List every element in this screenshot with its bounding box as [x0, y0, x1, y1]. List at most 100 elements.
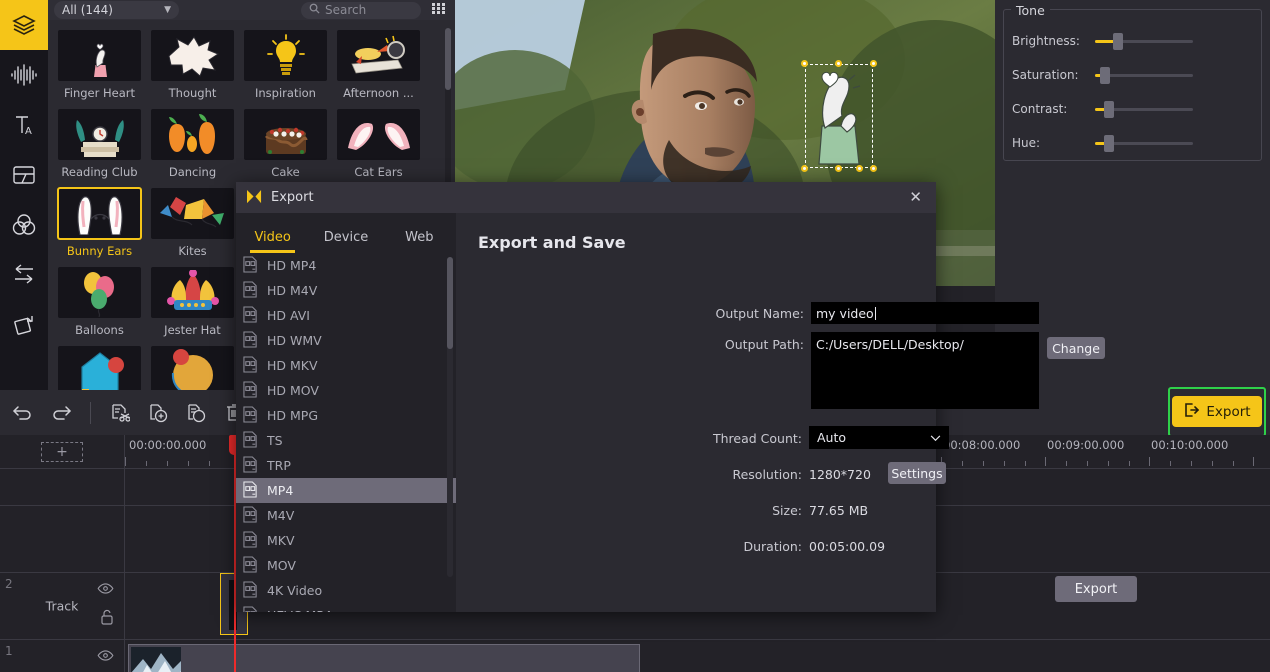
rail-item-motion[interactable]	[0, 300, 48, 350]
sticker-label: Reading Club	[61, 165, 138, 179]
sticker-bunny-ears[interactable]: Bunny Ears	[57, 187, 151, 258]
sticker-thumb	[57, 187, 142, 240]
format-label: HD AVI	[267, 308, 310, 323]
format-item[interactable]: HD MPG	[236, 403, 456, 428]
video-editor-window: A All (144) ▼ Search Finger Heart Though…	[0, 0, 1270, 672]
format-item[interactable]: HD AVI	[236, 303, 456, 328]
resize-handle-sw[interactable]	[801, 165, 808, 172]
track-head[interactable]	[0, 469, 125, 505]
tab-video-label: Video	[254, 230, 291, 245]
close-icon[interactable]: ✕	[905, 188, 926, 207]
sticker-afternoon[interactable]: Afternoon ...	[337, 30, 430, 100]
resolution-settings-button[interactable]: Settings	[888, 462, 946, 484]
timeline-video-clip[interactable]	[128, 644, 640, 672]
sticker-cake[interactable]: Cake	[244, 109, 337, 179]
format-item[interactable]: HD MKV	[236, 353, 456, 378]
unlock-icon[interactable]	[100, 609, 114, 628]
contrast-slider[interactable]	[1095, 100, 1193, 118]
timeline-track-row-1[interactable]: 1	[0, 640, 1270, 672]
rotate-handle[interactable]	[856, 165, 863, 172]
tab-device[interactable]: Device	[309, 230, 382, 253]
track-head-1[interactable]: 1	[0, 640, 125, 672]
resize-handle-ne[interactable]	[870, 60, 877, 67]
dialog-format-sidebar: Video Device Web HD MP4 HD M4V HD AVI HD…	[236, 213, 456, 612]
format-item-selected[interactable]: MP4	[236, 478, 456, 503]
sticker-inspiration[interactable]: Inspiration	[244, 30, 337, 100]
redo-button[interactable]	[48, 400, 74, 426]
duration-label: Duration:	[743, 539, 802, 554]
resize-handle-se[interactable]	[870, 165, 877, 172]
format-item[interactable]: TRP	[236, 453, 456, 478]
track-head[interactable]	[0, 506, 125, 572]
search-input[interactable]: Search	[301, 1, 421, 19]
ruler-tick-label: 00:10:00.000	[1151, 438, 1229, 452]
format-item[interactable]: M4V	[236, 503, 456, 528]
format-item[interactable]: TS	[236, 428, 456, 453]
layers-icon	[11, 12, 37, 38]
undo-button[interactable]	[10, 400, 36, 426]
crop-clip-button[interactable]	[183, 400, 209, 426]
sticker-jester-hat[interactable]: Jester Hat	[151, 267, 244, 337]
sticker-dancing[interactable]: Dancing	[151, 109, 244, 179]
tab-web[interactable]: Web	[383, 230, 456, 253]
split-button[interactable]	[107, 400, 133, 426]
change-path-label: Change	[1052, 340, 1100, 356]
format-item[interactable]: HD MOV	[236, 378, 456, 403]
format-item[interactable]: HEVC MP4	[236, 603, 456, 612]
format-item[interactable]: 4K Video	[236, 578, 456, 603]
rail-item-audio[interactable]	[0, 50, 48, 100]
sticker-finger-heart[interactable]: Finger Heart	[58, 30, 151, 100]
add-track-button[interactable]: +	[41, 441, 83, 462]
sticker-cat-ears[interactable]: Cat Ears	[337, 109, 430, 179]
sticker-scrollbar-thumb[interactable]	[445, 28, 451, 90]
add-clip-button[interactable]	[145, 400, 171, 426]
export-button[interactable]: Export	[1172, 396, 1262, 427]
eye-icon[interactable]	[97, 650, 114, 664]
grid-view-toggle[interactable]	[427, 3, 449, 17]
format-list-scrollbar[interactable]	[447, 257, 453, 577]
hue-label: Hue:	[1012, 136, 1041, 150]
size-value: 77.65 MB	[809, 503, 869, 518]
output-path-input[interactable]: C:/Users/DELL/Desktop/	[811, 332, 1039, 409]
format-item[interactable]: MOV	[236, 553, 456, 578]
saturation-slider[interactable]	[1095, 66, 1193, 84]
tab-video[interactable]: Video	[236, 230, 309, 253]
format-item[interactable]: MKV	[236, 528, 456, 553]
category-dropdown[interactable]: All (144) ▼	[54, 1, 179, 19]
dialog-heading: Export and Save	[478, 233, 626, 252]
format-item[interactable]: HD M4V	[236, 278, 456, 303]
sticker-thought[interactable]: Thought	[151, 30, 244, 100]
resize-handle-nw[interactable]	[801, 60, 808, 67]
resize-handle-n[interactable]	[835, 60, 842, 67]
hue-slider[interactable]	[1095, 134, 1193, 152]
format-label: HD WMV	[267, 333, 322, 348]
thread-count-select[interactable]: Auto	[809, 426, 949, 449]
rail-item-stickers[interactable]	[0, 0, 48, 50]
resize-handle-s[interactable]	[835, 165, 842, 172]
output-name-input[interactable]: my video	[811, 302, 1039, 324]
rail-item-text[interactable]: A	[0, 100, 48, 150]
dialog-titlebar: Export ✕	[236, 182, 936, 213]
format-label: MOV	[267, 558, 296, 573]
sticker-kites[interactable]: Kites	[151, 188, 244, 258]
format-list-scrollbar-thumb[interactable]	[447, 257, 453, 349]
sticker-selection-box[interactable]	[801, 60, 877, 172]
format-item[interactable]: HD WMV	[236, 328, 456, 353]
sticker-toolbar: All (144) ▼ Search	[48, 0, 455, 20]
add-track-label: +	[56, 443, 68, 460]
track-head-2[interactable]: 2 Track	[0, 573, 125, 639]
format-list[interactable]: HD MP4 HD M4V HD AVI HD WMV HD MKV HD MO…	[236, 253, 456, 612]
sticker-balloons[interactable]: Balloons	[58, 267, 151, 337]
file-icon	[243, 305, 258, 326]
eye-icon[interactable]	[97, 583, 114, 597]
sticker-reading-club[interactable]: Reading Club	[58, 109, 151, 179]
rail-item-transitions[interactable]	[0, 250, 48, 300]
rail-item-overlay[interactable]	[0, 150, 48, 200]
color-circles-icon	[11, 213, 37, 237]
dialog-export-button[interactable]: Export	[1055, 576, 1137, 602]
sticker-label: Thought	[168, 86, 217, 100]
change-path-button[interactable]: Change	[1047, 337, 1105, 359]
brightness-slider[interactable]	[1095, 32, 1193, 50]
rail-item-filters[interactable]	[0, 200, 48, 250]
format-item[interactable]: HD MP4	[236, 253, 456, 278]
